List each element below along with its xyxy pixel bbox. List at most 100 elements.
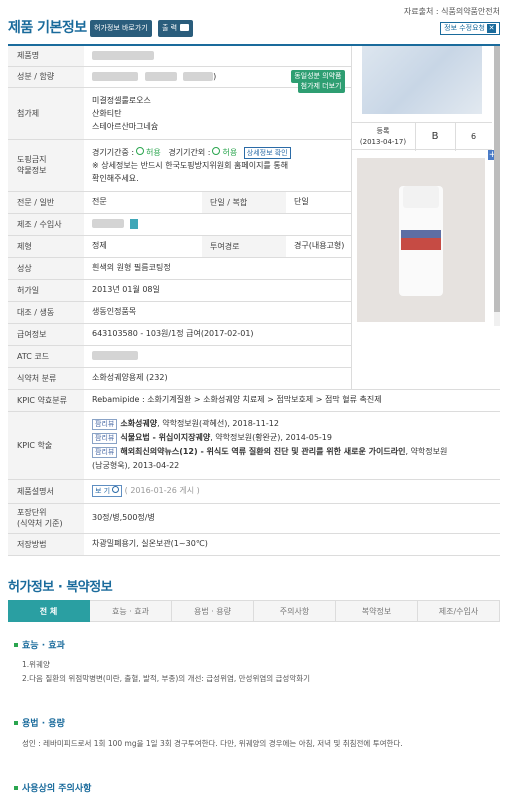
label-single: 단일 / 복합	[202, 191, 286, 214]
company-building-icon[interactable]	[130, 218, 138, 229]
value-kpic: 팜리뷰 소화성궤양, 약학정보원(곽혜선), 2018-11-12 팜리뷰 식물요법…	[84, 411, 500, 480]
value-pack: 30정/병,500정/병	[84, 503, 500, 534]
value-spec: 전문	[84, 191, 202, 214]
label-pack: 포장단위 (식약처 기준)	[8, 503, 84, 534]
kpic-item-meta: , 약학정보원	[405, 447, 448, 456]
label-atc: ATC 코드	[8, 345, 84, 368]
label-kpic-class: KPIC 약효분류	[8, 389, 84, 412]
blurred-text	[183, 71, 214, 81]
label-doping-line2: 약물정보	[17, 166, 47, 175]
caution-heading: 사용상의 주의사항	[14, 781, 91, 794]
permit-info-button[interactable]: 허가정보 바로가기	[90, 20, 152, 37]
value-atc	[84, 345, 351, 368]
data-source: 자료출처 : 식품의약품안전처	[403, 7, 500, 16]
edit-request-button[interactable]: 정보 수정요청 ✕	[440, 22, 500, 35]
manual-view-button[interactable]: 보 기	[92, 484, 123, 497]
allowed-circle-icon	[212, 147, 221, 155]
label-form: 제형	[8, 235, 84, 258]
efficacy-line: 1.위궤양	[22, 660, 50, 669]
product-image-panel: 등록 (2013-04-17) B 6 +	[350, 45, 500, 390]
label-contrast: 대조 / 생동	[8, 301, 84, 324]
product-thumbnail[interactable]	[361, 46, 482, 114]
tab-dosage[interactable]: 용법 · 용량	[172, 600, 254, 622]
label-permit: 허가일	[8, 279, 84, 302]
manual-view-label: 보 기	[95, 486, 111, 495]
additive-item: 산화티탄	[92, 108, 122, 118]
kpic-item[interactable]: 팜리뷰 해외최신의약뉴스(12) - 위식도 역류 질환의 진단 및 관리를 위한…	[92, 445, 496, 459]
bullet-square-icon	[14, 642, 18, 647]
manual-date: ( 2016-01-26 게시 )	[124, 486, 200, 495]
kpic-item-title[interactable]: 해외최신의약뉴스(12) - 위식도 역류 질환의 진단 및 관리를 위한 새로…	[120, 447, 405, 456]
value-single: 단일	[286, 191, 351, 214]
label-benefit: 급여정보	[8, 323, 84, 346]
blurred-text	[92, 71, 138, 81]
tab-medication-info[interactable]: 복약정보	[336, 600, 418, 622]
tab-all[interactable]: 전 체	[8, 600, 90, 622]
dosage-body: 성인 : 레바미피드로서 1회 100 mg을 1일 3회 경구투여한다. 다만…	[22, 739, 403, 748]
value-additive: 첨가제 더보기 미결정셀룰로오스 산화티탄 스테아르산마그네슘	[84, 79, 351, 140]
label-manual: 제품설명서	[8, 479, 84, 504]
registration-label: 등록	[376, 127, 390, 135]
image-scrollbar-thumb[interactable]	[493, 46, 500, 312]
product-info-table: 제품명 등록 (2013-04-17) B 6 + 성분 / 함량) 동일성분…	[8, 44, 500, 556]
label-doping-line1: 도핑금지	[17, 155, 47, 164]
value-doping: 경기기간중 : 허용 경기기간외 : 허용 상세정보 확인 ※ 상세정보는 반드시 …	[84, 139, 351, 192]
kpic-tag: 팜리뷰	[92, 419, 118, 430]
row-manual: 제품설명서 보 기 ( 2016-01-26 게시 )	[8, 479, 500, 504]
registration-date: (2013-04-17)	[359, 138, 407, 146]
kpic-item[interactable]: 팜리뷰 식물요법 - 위십이지장궤양, 약학정보원(황완균), 2014-05-1…	[92, 431, 496, 445]
tab-efficacy[interactable]: 효능 · 효과	[90, 600, 172, 622]
label-product-name: 제품명	[8, 45, 84, 67]
row-kpic: KPIC 학술 팜리뷰 소화성궤양, 약학정보원(곽혜선), 2018-11-12…	[8, 411, 500, 480]
dosage-heading: 용법 · 용량	[14, 716, 65, 729]
row-pack: 포장단위 (식약처 기준) 30정/병,500정/병	[8, 503, 500, 534]
efficacy-line: 2.다음 질환의 위점막병변(미란, 출혈, 발적, 부종)의 개선: 급성위염…	[22, 674, 311, 683]
kpic-item-title[interactable]: 식물요법 - 위십이지장궤양	[120, 433, 210, 442]
kpic-item-meta: , 약학정보원(황완균), 2014-05-19	[210, 433, 332, 442]
efficacy-heading: 효능 · 효과	[14, 638, 65, 651]
label-storage: 저장방법	[8, 533, 84, 556]
value-route: 경구(내용고형)	[286, 235, 351, 258]
label-shape: 성상	[8, 257, 84, 280]
value-form: 정제	[84, 235, 202, 258]
efficacy-body: 1.위궤양 2.다음 질환의 위점막병변(미란, 출혈, 발적, 부종)의 개선…	[22, 658, 310, 686]
search-icon	[112, 486, 120, 493]
label-maker: 제조 / 수입사	[8, 213, 84, 236]
document-icon[interactable]: B	[416, 123, 456, 151]
row-kpic-class: KPIC 약효분류 Rebamipide : 소화기계질환 > 소화성궤양 치료…	[8, 389, 500, 412]
print-label: 출 력	[162, 24, 178, 32]
label-spec: 전문 / 일반	[8, 191, 84, 214]
value-maker	[84, 213, 351, 236]
printer-icon	[180, 23, 190, 31]
label-pack-line1: 포장단위	[17, 508, 47, 517]
tab-caution[interactable]: 주의사항	[254, 600, 336, 622]
product-photo[interactable]	[356, 158, 485, 322]
kpic-item-meta: , 약학정보원(곽혜선), 2018-11-12	[157, 419, 279, 428]
bottle-red-label	[400, 238, 441, 250]
value-permit: 2013년 01월 08일	[84, 279, 351, 302]
page-title: 제품 기본정보	[8, 20, 87, 36]
kpic-item[interactable]: 팜리뷰 소화성궤양, 약학정보원(곽혜선), 2018-11-12	[92, 417, 496, 431]
label-route: 투여경로	[202, 235, 286, 258]
additive-item: 미결정셀룰로오스	[92, 95, 151, 105]
kpic-item-title[interactable]: 소화성궤양	[120, 419, 157, 428]
doping-detail-button[interactable]: 상세정보 확인	[243, 146, 291, 159]
doping-in-label: 경기기간중 :	[92, 147, 135, 157]
blurred-text	[144, 71, 177, 81]
doping-out-label: 경기기간외 :	[168, 147, 211, 157]
page-header: 제품 기본정보 허가정보 바로가기 출 력 자료출처 : 식품의약품안전처 정보…	[0, 0, 508, 38]
print-button[interactable]: 출 력	[158, 20, 194, 37]
more-additives-button[interactable]: 첨가제 더보기	[297, 79, 345, 93]
tab-maker[interactable]: 제조/수입사	[418, 600, 500, 622]
registration-date-cell: 등록 (2013-04-17)	[352, 123, 416, 151]
efficacy-heading-text: 효능 · 효과	[22, 641, 65, 651]
ingredient-tail: )	[213, 71, 217, 81]
value-storage: 차광밀폐용기, 실온보관(1~30℃)	[84, 533, 500, 556]
label-additive: 첨가제	[8, 87, 84, 140]
additive-item: 스테아르산마그네슘	[92, 121, 159, 131]
kpic-item-meta-2: (남궁형욱), 2013-04-22	[92, 461, 180, 470]
blurred-text[interactable]	[92, 219, 124, 228]
row-product-name: 제품명 등록 (2013-04-17) B 6 +	[8, 45, 500, 390]
value-contrast: 생동인정품목	[84, 301, 351, 324]
close-icon: ✕	[487, 24, 496, 33]
